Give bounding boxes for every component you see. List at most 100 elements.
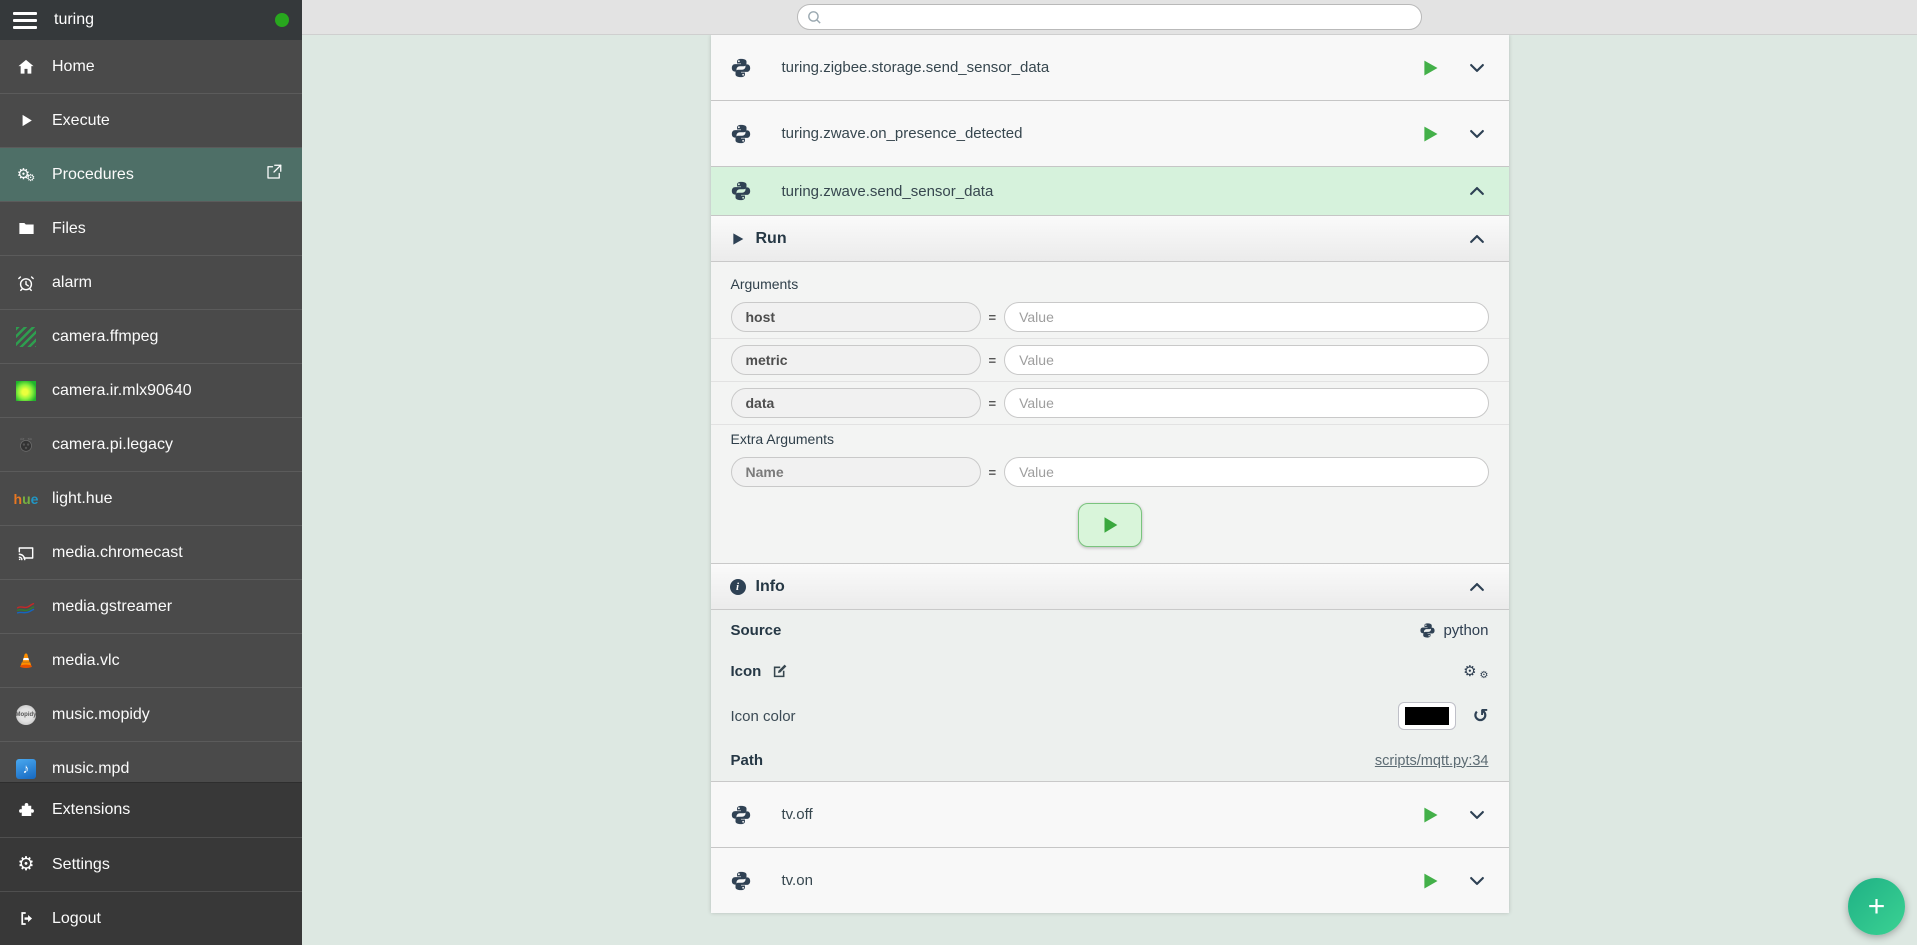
argument-name-input[interactable] (731, 345, 981, 375)
chevron-down-icon[interactable] (1467, 124, 1487, 144)
chevron-up-icon[interactable] (1467, 181, 1487, 201)
chevron-down-icon[interactable] (1467, 805, 1487, 825)
sidebar-item-music-mpd[interactable]: ♪ music.mpd (0, 742, 302, 782)
search-icon (806, 9, 823, 26)
python-icon (730, 804, 752, 826)
argument-value-input[interactable] (1004, 388, 1488, 418)
icon-color-label: Icon color (731, 708, 796, 725)
sidebar-item-label: camera.pi.legacy (52, 436, 173, 454)
info-body: Source python Icon ⚙⚙ Ic (711, 610, 1509, 782)
sidebar-item-label: camera.ir.mlx90640 (52, 382, 192, 400)
alarm-clock-icon (13, 272, 39, 294)
run-procedure-button[interactable] (1420, 123, 1441, 145)
reset-color-icon[interactable]: ↺ (1473, 707, 1489, 726)
run-button-row (711, 493, 1509, 563)
sidebar-item-label: Execute (52, 112, 110, 130)
sidebar-item-media-gstreamer[interactable]: media.gstreamer (0, 580, 302, 634)
argument-row-host: = (711, 296, 1509, 339)
sidebar-item-procedures[interactable]: ⚙ ⚙ Procedures (0, 148, 302, 202)
sidebar-item-logout[interactable]: Logout (0, 891, 302, 945)
edit-icon[interactable] (771, 663, 788, 680)
chevron-up-icon[interactable] (1467, 577, 1487, 597)
argument-row-data: = (711, 382, 1509, 425)
table-row[interactable]: tv.on (711, 848, 1509, 913)
extra-argument-value-input[interactable] (1004, 457, 1488, 487)
run-section-play-icon (730, 231, 746, 247)
app-window: turing Home Execute ⚙ ⚙ Procedures (0, 0, 1917, 945)
topbar (302, 0, 1917, 35)
hue-logo-icon: hue (13, 488, 39, 510)
mpd-logo-icon: ♪ (13, 758, 39, 780)
add-procedure-fab[interactable]: + (1848, 878, 1905, 935)
equals-sign: = (989, 353, 997, 368)
online-status-dot (275, 13, 289, 27)
extra-argument-row: = (711, 451, 1509, 493)
sidebar-item-execute[interactable]: Execute (0, 94, 302, 148)
info-row-icon: Icon ⚙⚙ (711, 651, 1509, 692)
color-picker[interactable] (1398, 702, 1456, 730)
sidebar-item-settings[interactable]: ⚙ Settings (0, 837, 302, 891)
sidebar-item-home[interactable]: Home (0, 40, 302, 94)
source-value: python (1419, 622, 1488, 639)
procedure-name: tv.on (782, 872, 813, 889)
run-section-header[interactable]: Run (711, 216, 1509, 262)
chevron-down-icon[interactable] (1467, 871, 1487, 891)
gstreamer-logo-icon (13, 596, 39, 618)
execute-run-button[interactable] (1078, 503, 1142, 547)
chevron-down-icon[interactable] (1467, 58, 1487, 78)
search-input[interactable] (797, 4, 1422, 30)
sidebar-item-label: Procedures (52, 166, 134, 184)
sidebar-item-camera-ffmpeg[interactable]: camera.ffmpeg (0, 310, 302, 364)
table-row[interactable]: turing.zwave.on_presence_detected (711, 101, 1509, 167)
run-procedure-button[interactable] (1420, 57, 1441, 79)
argument-value-input[interactable] (1004, 345, 1488, 375)
procedure-cogs-icon: ⚙⚙ (1463, 663, 1488, 681)
folder-icon (13, 218, 39, 240)
table-row-selected[interactable]: turing.zwave.send_sensor_data (711, 167, 1509, 216)
external-link-icon[interactable] (265, 163, 283, 186)
run-procedure-button[interactable] (1420, 804, 1441, 826)
hamburger-menu-icon[interactable] (13, 12, 37, 29)
path-label: Path (731, 752, 764, 769)
gear-icon: ⚙ (13, 854, 39, 876)
sidebar-item-label: light.hue (52, 490, 113, 508)
sidebar-item-media-chromecast[interactable]: media.chromecast (0, 526, 302, 580)
procedure-name: turing.zigbee.storage.send_sensor_data (782, 59, 1050, 76)
info-icon: i (730, 579, 746, 595)
sidebar-item-label: Logout (52, 910, 101, 928)
sidebar-item-light-hue[interactable]: hue light.hue (0, 472, 302, 526)
main-area: turing.zigbee.storage.send_sensor_data t… (302, 0, 1917, 945)
table-row[interactable]: turing.zigbee.storage.send_sensor_data (711, 35, 1509, 101)
table-row[interactable]: tv.off (711, 782, 1509, 848)
sidebar-item-media-vlc[interactable]: media.vlc (0, 634, 302, 688)
argument-value-input[interactable] (1004, 302, 1488, 332)
equals-sign: = (989, 465, 997, 480)
sidebar-item-music-mopidy[interactable]: Mopidy music.mopidy (0, 688, 302, 742)
raspberry-pi-icon (13, 434, 39, 456)
python-icon (730, 123, 752, 145)
sidebar-item-label: Extensions (52, 801, 130, 819)
equals-sign: = (989, 396, 997, 411)
argument-name-input[interactable] (731, 302, 981, 332)
sidebar-item-camera-ir[interactable]: camera.ir.mlx90640 (0, 364, 302, 418)
procedure-name: turing.zwave.send_sensor_data (782, 183, 994, 200)
info-section-header[interactable]: i Info (711, 564, 1509, 610)
sidebar-item-alarm[interactable]: alarm (0, 256, 302, 310)
play-icon (13, 110, 39, 132)
sidebar-item-label: music.mopidy (52, 706, 150, 724)
procedure-name: tv.off (782, 806, 813, 823)
path-link[interactable]: scripts/mqtt.py:34 (1375, 753, 1489, 769)
sidebar-item-label: camera.ffmpeg (52, 328, 158, 346)
python-icon (730, 870, 752, 892)
puzzle-icon (13, 799, 39, 821)
sidebar-item-extensions[interactable]: Extensions (0, 783, 302, 837)
info-section-title: Info (756, 578, 785, 596)
extra-argument-name-input[interactable] (731, 457, 981, 487)
argument-name-input[interactable] (731, 388, 981, 418)
home-icon (13, 56, 39, 78)
run-procedure-button[interactable] (1420, 870, 1441, 892)
sidebar-item-camera-pi[interactable]: camera.pi.legacy (0, 418, 302, 472)
sidebar-item-label: media.chromecast (52, 544, 183, 562)
chevron-up-icon[interactable] (1467, 229, 1487, 249)
sidebar-item-files[interactable]: Files (0, 202, 302, 256)
